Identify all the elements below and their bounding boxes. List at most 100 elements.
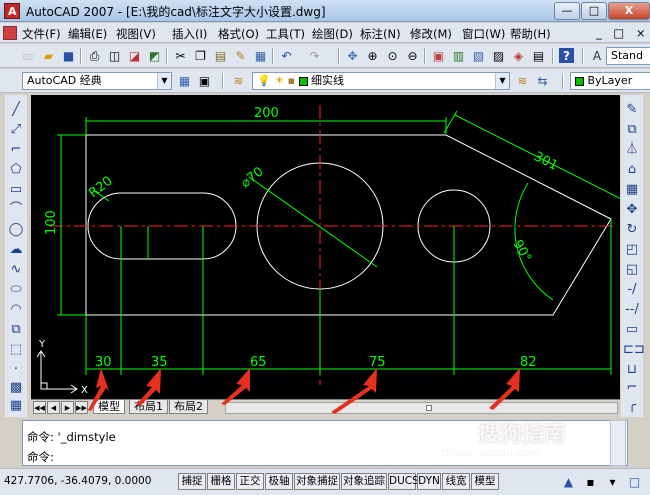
text-style-select[interactable]: Stand [606,47,650,65]
command-prompt[interactable]: 命令: [27,449,54,465]
menu-view[interactable]: 视图(V) [116,26,156,42]
coordinate-readout[interactable]: 427.7706, -36.4079, 0.0000 [4,475,151,487]
tab-layout2[interactable]: 布局2 [169,400,208,414]
lock-toolbar-icon[interactable]: ▪ [582,473,599,490]
layer-manager-icon[interactable]: ≋ [230,72,247,89]
line-icon[interactable]: ╱ [7,101,25,119]
workspace-settings-icon[interactable]: ▦ [176,72,193,89]
markup-icon[interactable]: ◈ [510,47,527,64]
gradient-icon[interactable]: ▦ [7,397,25,415]
new-file-icon[interactable]: ▭ [20,47,37,64]
spline-icon[interactable]: ∿ [7,261,25,279]
properties-icon[interactable]: ▣ [430,47,447,64]
otrack-toggle[interactable]: 对象追踪 [341,473,387,490]
zoom-window-icon[interactable]: ⊙ [384,47,401,64]
menu-window[interactable]: 窗口(W) [462,26,505,42]
horizontal-scrollbar[interactable] [225,402,618,414]
layer-previous-icon[interactable]: ⇆ [534,72,551,89]
document-window-controls[interactable]: _ □ × [596,26,650,40]
make-block-icon[interactable]: ⬚ [7,341,25,359]
zoom-realtime-icon[interactable]: ⊕ [364,47,381,64]
design-center-icon[interactable]: ▥ [450,47,467,64]
array-icon[interactable]: ▦ [623,181,641,199]
arc-icon[interactable]: ⌒ [7,201,25,219]
communication-center-icon[interactable]: ▲ [560,473,577,490]
paste-icon[interactable]: ▤ [212,47,229,64]
stretch-icon[interactable]: ◱ [623,261,641,279]
menu-help[interactable]: 帮助(H) [510,26,551,42]
revision-cloud-icon[interactable]: ☁ [7,241,25,259]
ellipse-arc-icon[interactable]: ◠ [7,301,25,319]
workspace-save-icon[interactable]: ▣ [196,72,213,89]
menu-insert[interactable]: 插入(I) [172,26,207,42]
ortho-toggle[interactable]: 正交 [236,473,264,490]
construction-line-icon[interactable]: ⤢ [7,121,25,139]
last-tab-icon[interactable]: ▶▶ [75,401,88,414]
prev-tab-icon[interactable]: ◀ [47,401,60,414]
make-object-layer-current-icon[interactable]: ≋ [514,72,531,89]
join-icon[interactable]: ⊔ [623,361,641,379]
circle-icon[interactable]: ◯ [7,221,25,239]
menu-dimension[interactable]: 标注(N) [360,26,401,42]
drawing-area[interactable]: 200 301 R20 ⌀70 100 90° 30 35 65 75 82 Y… [31,95,620,399]
chamfer-icon[interactable]: ⌐ [623,379,641,397]
menu-draw[interactable]: 绘图(D) [312,26,353,42]
layer-select[interactable]: 💡 ☀ ▪ 细实线 ▼ [252,72,510,90]
menu-format[interactable]: 格式(O) [218,26,259,42]
clean-screen-icon[interactable]: □ [626,473,643,490]
help-icon[interactable]: ? [558,47,575,64]
offset-icon[interactable]: ⌂ [623,161,641,179]
publish-icon[interactable]: ◪ [126,47,143,64]
osnap-toggle[interactable]: 对象捕捉 [294,473,340,490]
polar-toggle[interactable]: 极轴 [265,473,293,490]
polyline-icon[interactable]: ⌐ [7,141,25,159]
erase-icon[interactable]: ✎ [623,101,641,119]
pan-icon[interactable]: ✥ [344,47,361,64]
plot-preview-icon[interactable]: ◫ [106,47,123,64]
extend-icon[interactable]: --/ [623,301,641,319]
calculator-icon[interactable]: ▤ [530,47,547,64]
command-scrollbar[interactable] [610,420,626,466]
tab-layout1[interactable]: 布局1 [129,400,168,414]
block-editor-icon[interactable]: ▦ [252,47,269,64]
tab-model[interactable]: 模型 [93,400,125,414]
model-toggle[interactable]: 模型 [471,473,499,490]
grid-toggle[interactable]: 栅格 [207,473,235,490]
rectangle-icon[interactable]: ▭ [7,181,25,199]
restore-button[interactable]: □ [581,2,607,20]
menu-file[interactable]: 文件(F) [22,26,61,42]
hatch-icon[interactable]: ▩ [7,379,25,397]
color-control-select[interactable]: ByLayer [570,72,650,90]
dyn-toggle[interactable]: DYN [417,473,441,490]
zoom-previous-icon[interactable]: ⊖ [404,47,421,64]
ellipse-icon[interactable]: ⬭ [7,281,25,299]
point-icon[interactable]: · [7,361,25,379]
break-at-point-icon[interactable]: ⊏⊐ [623,341,645,359]
menu-edit[interactable]: 编辑(E) [68,26,107,42]
break-icon[interactable]: ▭ [623,321,641,339]
snap-toggle[interactable]: 捕捉 [178,473,206,490]
match-properties-icon[interactable]: ✎ [232,47,249,64]
ducs-toggle[interactable]: DUCS [388,473,419,490]
first-tab-icon[interactable]: ◀◀ [33,401,46,414]
trim-icon[interactable]: -/ [623,281,641,299]
print-icon[interactable]: ⎙ [86,47,103,64]
move-icon[interactable]: ✥ [623,201,641,219]
mirror-icon[interactable]: ⏃ [623,141,641,159]
polygon-icon[interactable]: ⬠ [7,161,25,179]
autocad-app-icon[interactable] [4,3,20,19]
menu-tools[interactable]: 工具(T) [266,26,305,42]
copy-icon[interactable]: ❐ [192,47,209,64]
insert-block-icon[interactable]: ⧉ [7,321,25,339]
scale-icon[interactable]: ◰ [623,241,641,259]
3d-dwf-icon[interactable]: ◩ [146,47,163,64]
redo-icon[interactable]: ↷ [306,47,323,64]
copy-object-icon[interactable]: ⧉ [623,121,641,139]
tool-palettes-icon[interactable]: ▧ [470,47,487,64]
rotate-icon[interactable]: ↻ [623,221,641,239]
lineweight-toggle[interactable]: 线宽 [442,473,470,490]
save-icon[interactable]: ■ [60,47,77,64]
menu-modify[interactable]: 修改(M) [410,26,452,42]
fillet-icon[interactable]: ╭ [623,397,641,415]
status-menu-icon[interactable]: ▾ [604,473,621,490]
